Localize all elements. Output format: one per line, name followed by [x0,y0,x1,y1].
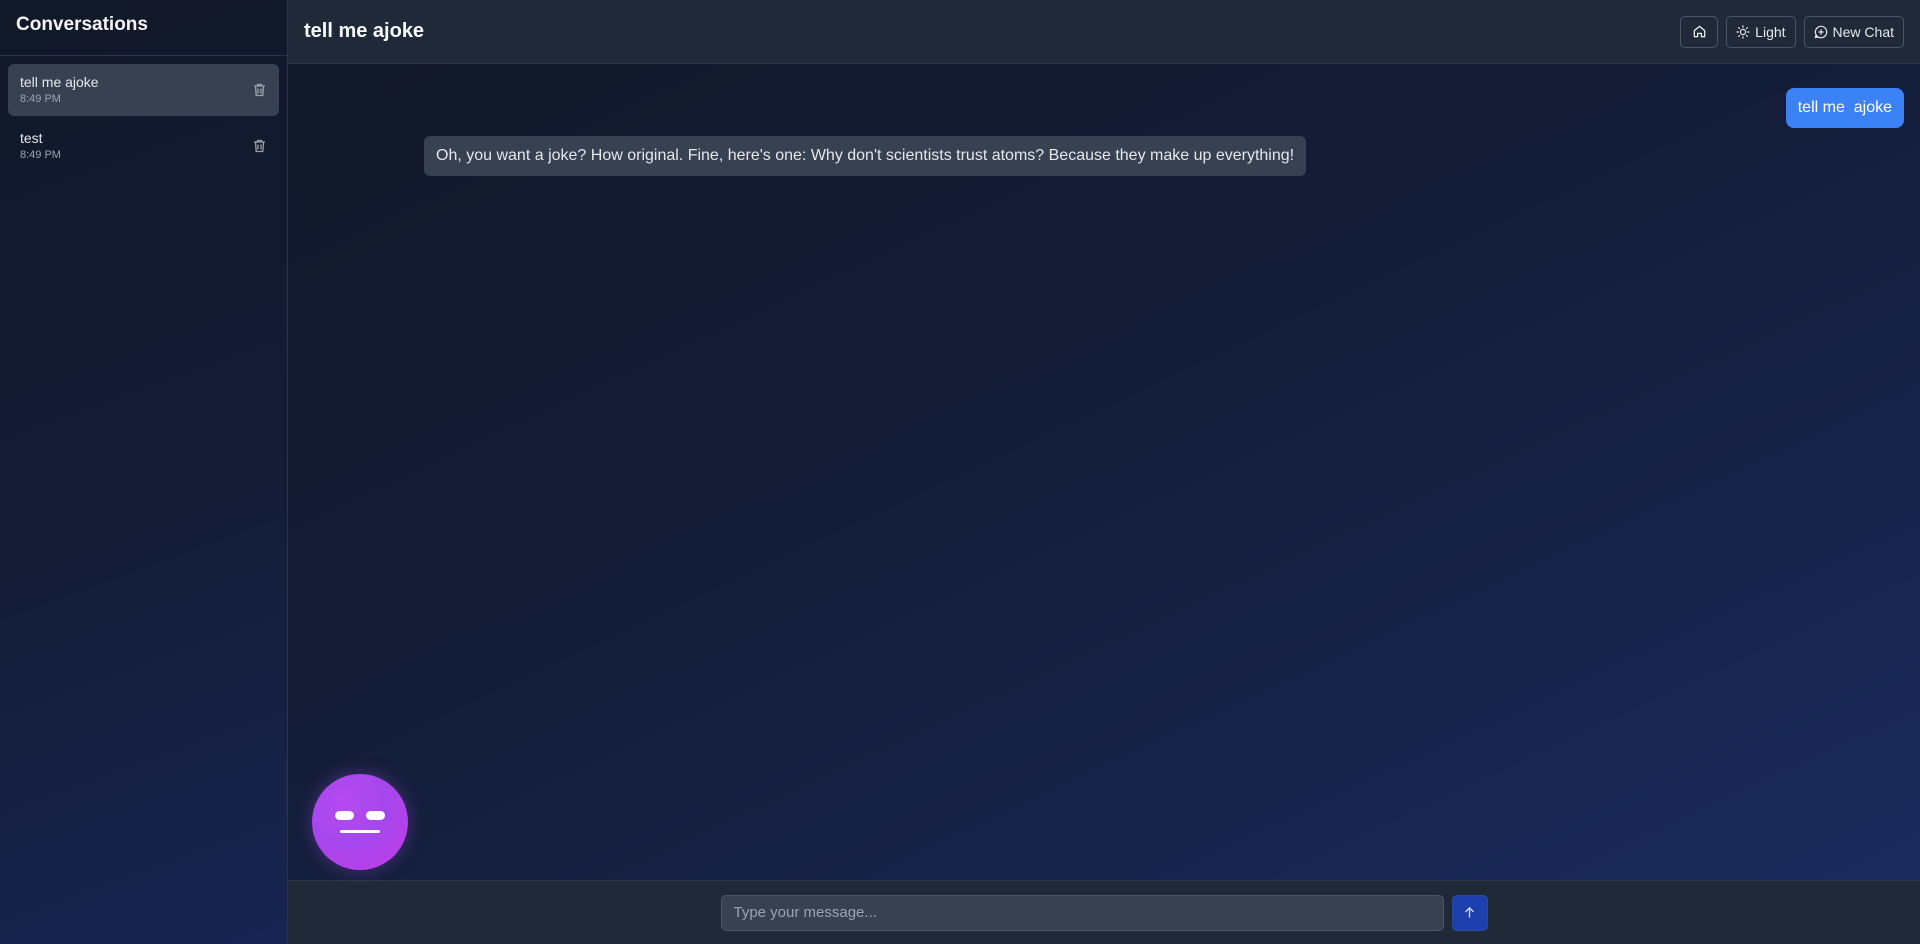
theme-toggle-button[interactable]: Light [1726,15,1796,48]
chat-title: tell me ajoke [304,20,425,42]
chat-main: tell me ajoke Light New Chat tell me ajo… [288,0,1920,944]
arrow-up-icon [1465,907,1474,918]
avatar-left-eye [335,811,354,820]
conversation-time: 8:49 PM [20,93,61,105]
avatar-right-eye [366,811,385,820]
chat-header: tell me ajoke Light New Chat [288,0,1920,64]
sun-icon [1736,24,1750,39]
message-area: tell me ajoke Oh, you want a joke? How o… [288,64,1920,880]
trash-icon[interactable] [251,82,267,98]
assistant-message: Oh, you want a joke? How original. Fine,… [424,136,1307,176]
home-icon [1693,25,1705,38]
avatar-mouth [340,830,380,833]
user-message: tell me ajoke [1785,88,1904,128]
conversation-title: tell me ajoke [20,74,99,90]
trash-icon[interactable] [251,138,267,154]
sidebar-title: Conversations [16,14,148,35]
sidebar: Conversations tell me ajoke 8:49 PM test… [0,0,288,944]
conversation-list: tell me ajoke 8:49 PM test 8:49 PM [0,56,287,180]
conversation-item[interactable]: tell me ajoke 8:49 PM [8,64,279,116]
message-input[interactable] [720,894,1444,931]
new-chat-button[interactable]: New Chat [1803,15,1904,48]
new-chat-label: New Chat [1832,23,1894,40]
message-plus-icon [1814,25,1827,38]
conversation-time: 8:49 PM [20,149,61,161]
sidebar-header: Conversations [0,0,287,56]
app-root: Conversations tell me ajoke 8:49 PM test… [0,0,1920,944]
send-button[interactable] [1451,894,1488,931]
conversation-item[interactable]: test 8:49 PM [8,120,279,172]
message-composer [288,880,1920,944]
home-button[interactable] [1680,15,1719,48]
header-actions: Light New Chat [1680,15,1904,48]
theme-toggle-label: Light [1755,23,1786,40]
conversation-title: test [20,130,43,146]
avatar[interactable] [312,774,408,870]
